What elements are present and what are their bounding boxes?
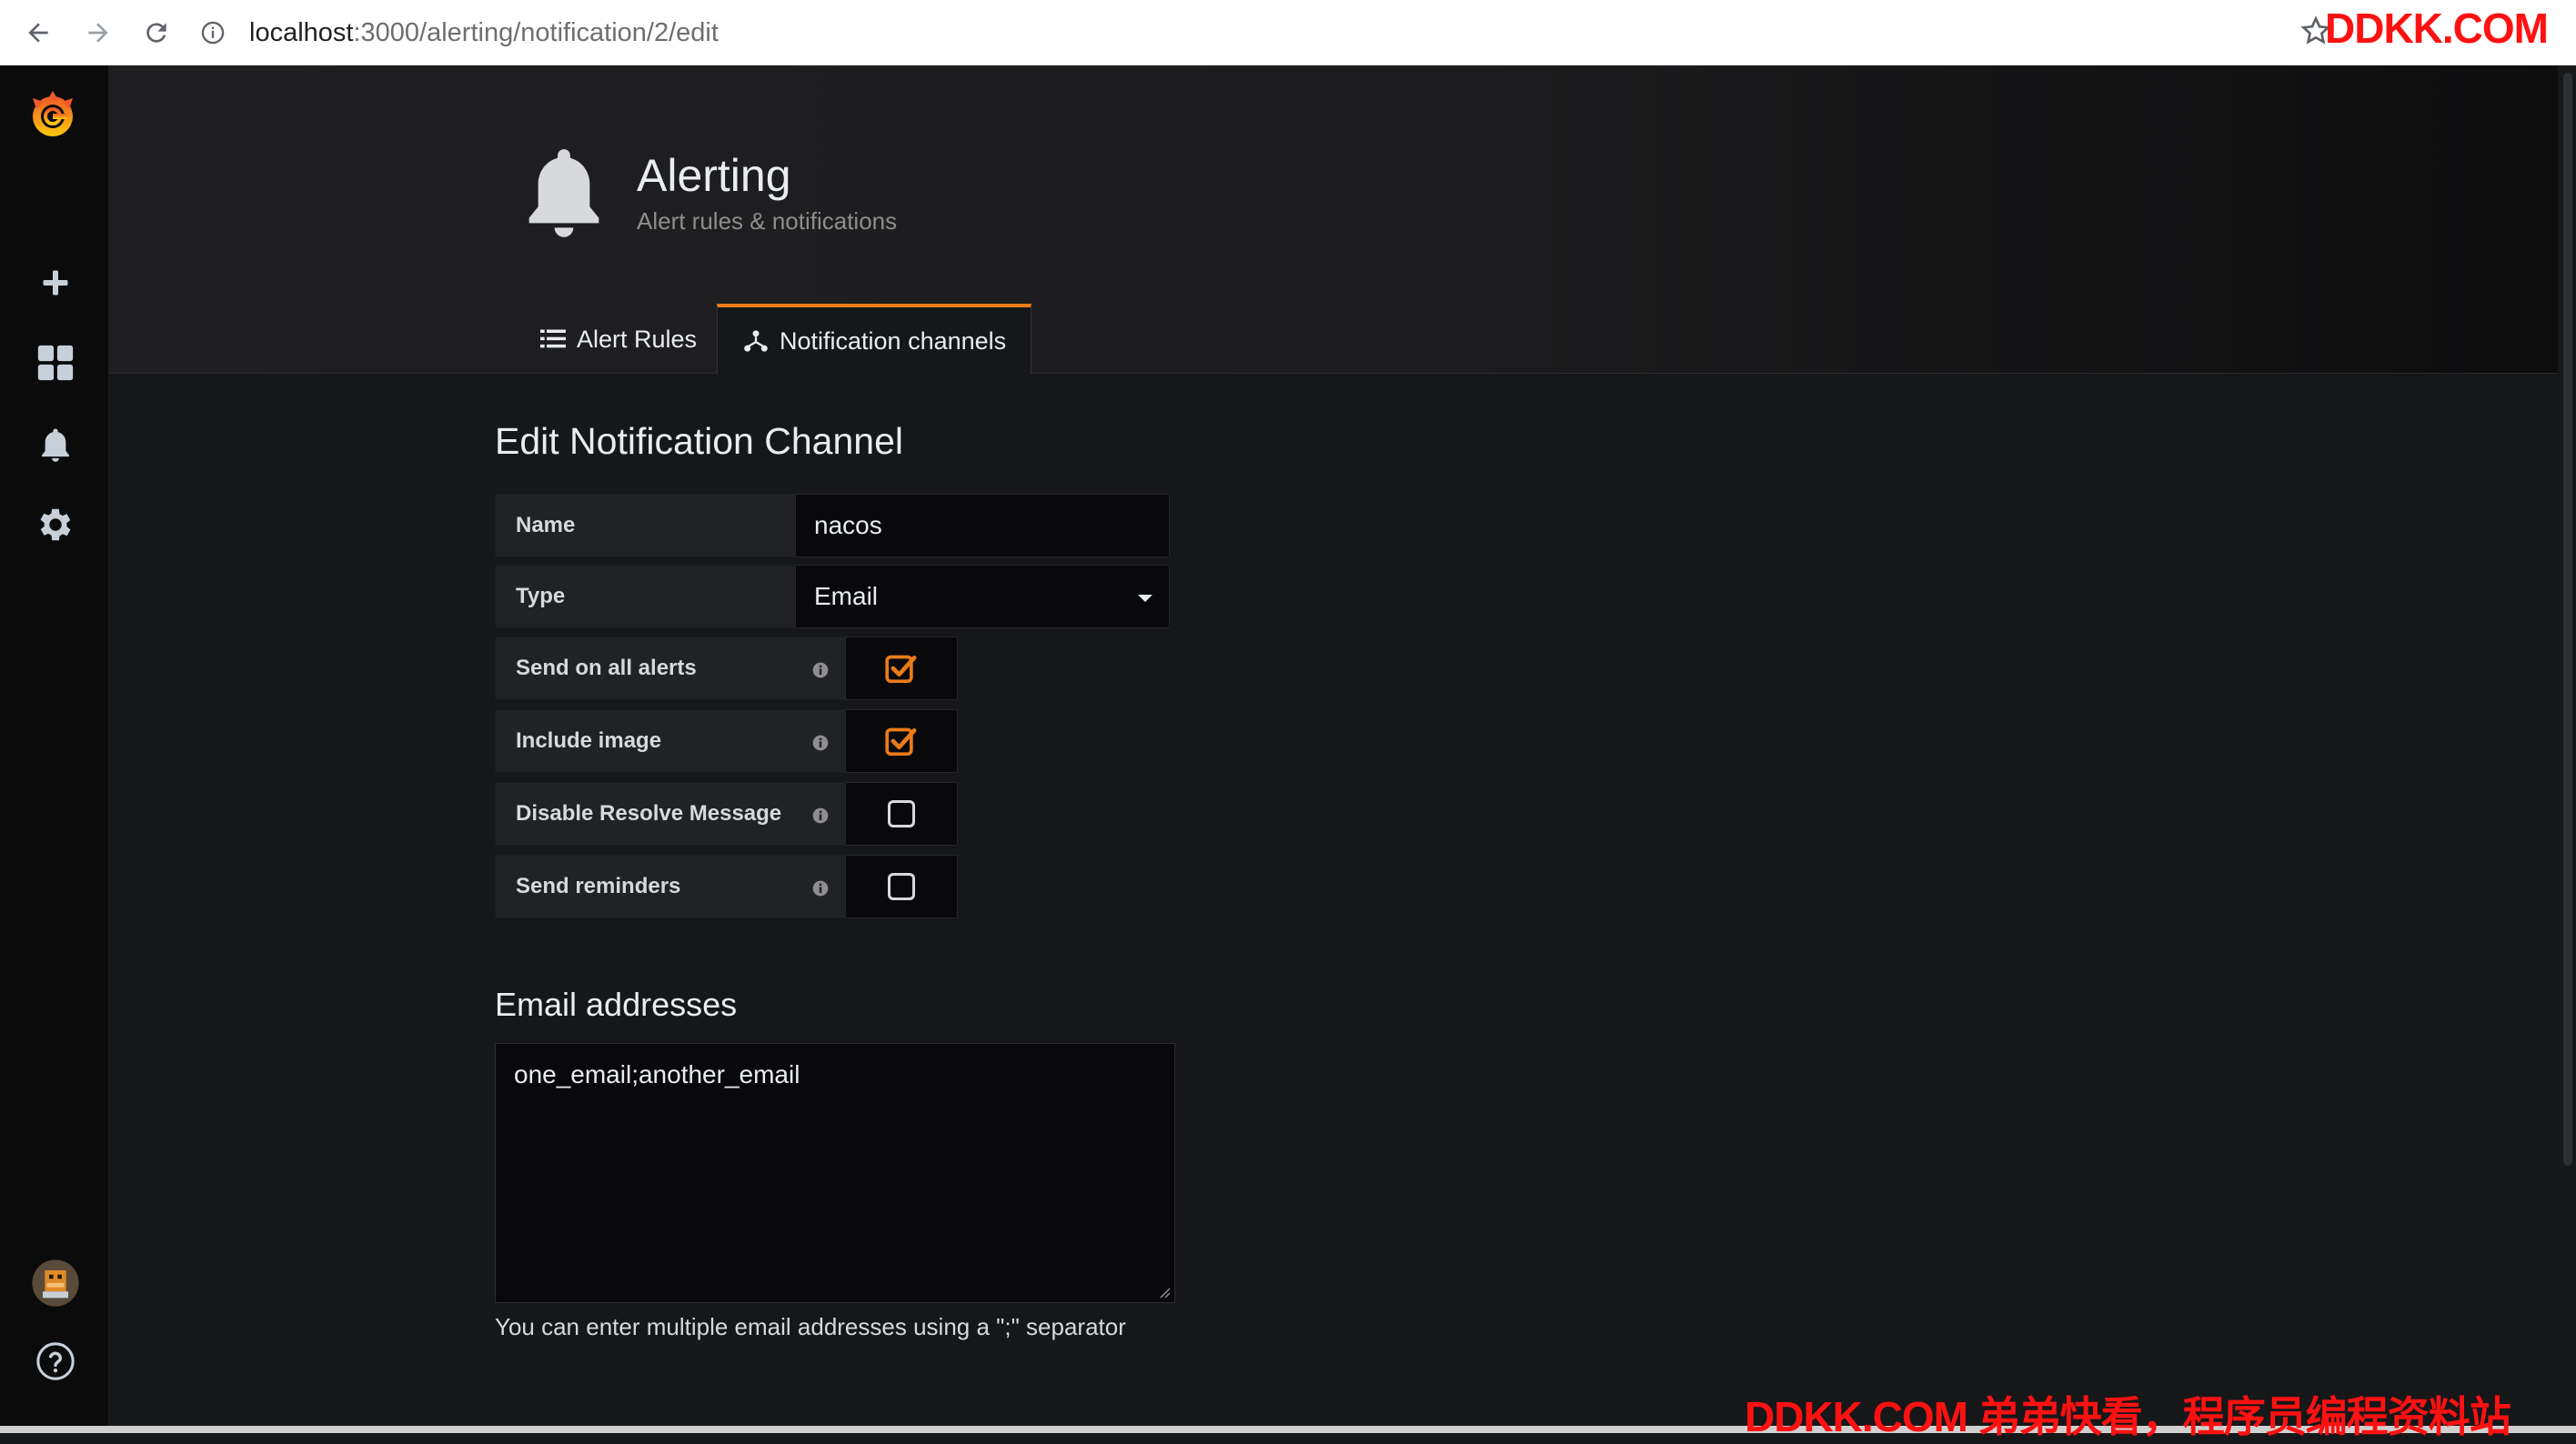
dashboards-grid-icon[interactable] <box>27 335 84 391</box>
address-bar[interactable]: localhost:3000/alerting/notification/2/e… <box>200 7 2292 58</box>
page-subtitle: Alert rules & notifications <box>637 207 898 235</box>
grafana-logo-icon[interactable] <box>24 85 82 144</box>
type-select-value: Email <box>814 582 879 610</box>
checkbox-label-text: Include image <box>516 728 662 753</box>
tab-label: Notification channels <box>780 326 1007 355</box>
page-header: Alerting Alert rules & notifications Ale… <box>109 65 2558 375</box>
create-plus-icon[interactable] <box>27 255 84 311</box>
tab-label: Alert Rules <box>577 325 698 353</box>
checkbox-unchecked-icon <box>888 800 915 827</box>
forward-button[interactable] <box>78 13 118 53</box>
name-input[interactable]: nacos <box>795 494 1170 557</box>
form-title: Edit Notification Channel <box>495 420 903 462</box>
info-icon[interactable] <box>811 878 830 904</box>
header-bell-icon <box>522 144 606 250</box>
main-content: Alerting Alert rules & notifications Ale… <box>109 65 2558 1433</box>
include-image-checkbox[interactable] <box>845 709 958 773</box>
name-label: Name <box>495 494 795 557</box>
disable-resolve-row: Disable Resolve Message <box>495 782 958 846</box>
disable-resolve-checkbox[interactable] <box>845 782 958 846</box>
include-image-row: Include image <box>495 709 958 773</box>
type-select[interactable]: Email <box>795 565 1170 628</box>
info-circle-icon <box>201 21 225 45</box>
tab-notification-channels[interactable]: Notification channels <box>717 304 1031 375</box>
send-all-row: Send on all alerts <box>495 637 958 700</box>
info-icon[interactable] <box>811 733 830 758</box>
type-row: Type Email <box>495 565 1170 628</box>
url-path: :3000/alerting/notification/2/edit <box>353 17 719 47</box>
send-reminders-label: Send reminders <box>495 855 845 918</box>
checkbox-label-text: Send on all alerts <box>516 656 697 680</box>
type-label: Type <box>495 565 795 628</box>
watermark-top: DDKK.COM <box>2325 5 2549 52</box>
back-arrow-icon <box>28 23 48 43</box>
send-reminders-checkbox[interactable] <box>845 855 958 918</box>
email-addresses-value: one_email;another_email <box>514 1060 800 1088</box>
url-host: localhost <box>249 17 354 47</box>
disable-resolve-label: Disable Resolve Message <box>495 782 845 846</box>
email-addresses-textarea[interactable]: one_email;another_email <box>495 1043 1175 1303</box>
url-text: localhost:3000/alerting/notification/2/e… <box>249 18 719 48</box>
checkbox-unchecked-icon <box>888 873 915 900</box>
info-icon[interactable] <box>811 806 830 831</box>
sitemap-icon <box>744 330 768 352</box>
scrollbar-thumb[interactable] <box>2563 73 2572 1166</box>
email-help-text: You can enter multiple email addresses u… <box>495 1313 1126 1340</box>
reload-icon <box>146 23 166 43</box>
help-circle-icon[interactable] <box>27 1333 84 1389</box>
checkbox-label-text: Send reminders <box>516 874 681 898</box>
alerting-bell-icon[interactable] <box>27 416 84 473</box>
include-image-label: Include image <box>495 709 845 773</box>
resize-grip-icon[interactable] <box>1156 1284 1171 1299</box>
send-all-checkbox[interactable] <box>845 637 958 700</box>
email-section-title: Email addresses <box>495 986 738 1023</box>
chevron-down-icon <box>1138 595 1152 602</box>
send-all-label: Send on all alerts <box>495 637 845 700</box>
forward-arrow-icon <box>88 23 108 43</box>
page-title: Alerting <box>637 150 791 201</box>
checkbox-checked-icon <box>885 655 917 683</box>
sidebar <box>0 65 109 1433</box>
checkbox-checked-icon <box>885 727 917 756</box>
send-reminders-row: Send reminders <box>495 855 958 918</box>
watermark-bottom: DDKK.COM 弟弟快看，程序员编程资料站 <box>1745 1393 2511 1440</box>
name-row: Name nacos <box>495 494 1170 557</box>
back-button[interactable] <box>18 13 58 53</box>
info-icon[interactable] <box>811 660 830 686</box>
checkbox-label-text: Disable Resolve Message <box>516 801 782 826</box>
browser-toolbar: localhost:3000/alerting/notification/2/e… <box>0 0 2576 65</box>
configuration-gear-icon[interactable] <box>27 496 84 553</box>
reload-button[interactable] <box>136 13 176 53</box>
user-avatar-icon[interactable] <box>27 1255 84 1311</box>
list-icon <box>540 329 566 348</box>
